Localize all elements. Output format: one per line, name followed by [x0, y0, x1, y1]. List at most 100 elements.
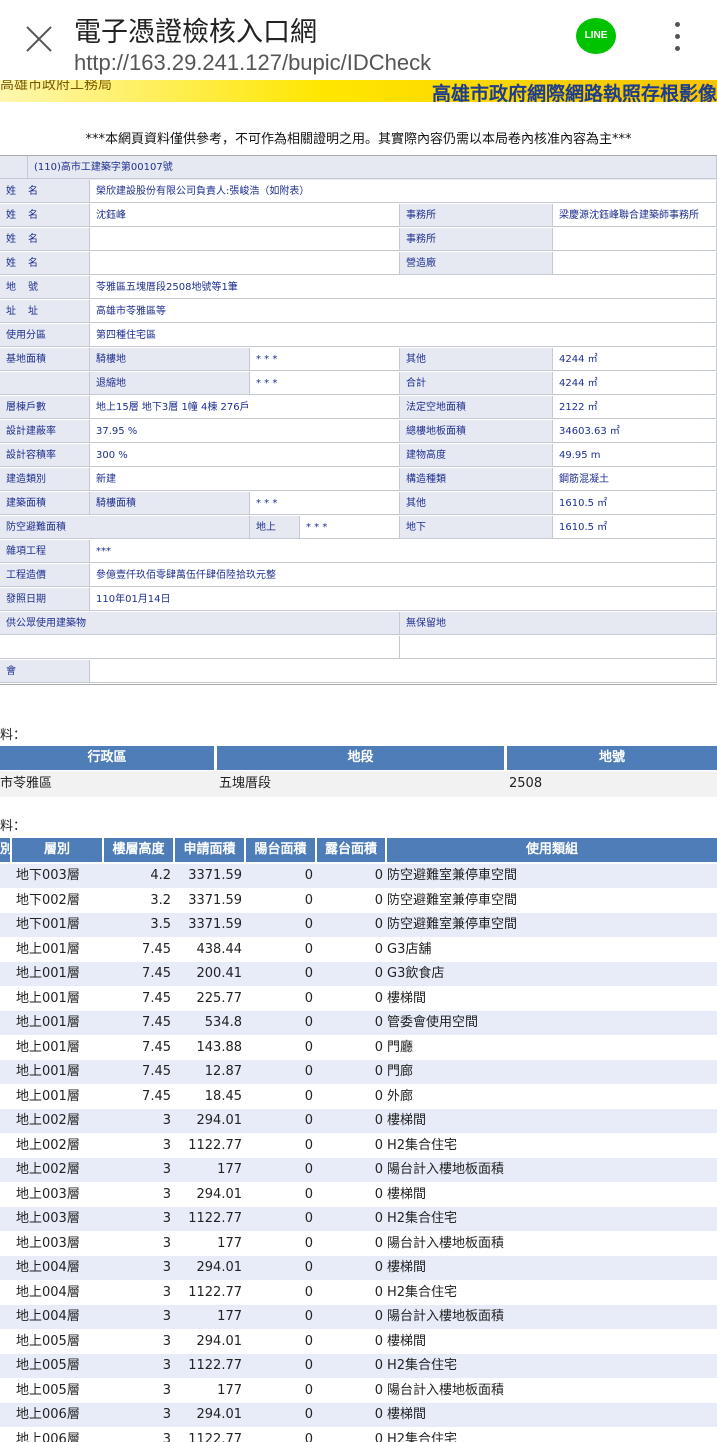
floor-cell-4: 0	[374, 1113, 383, 1128]
detail-label: 法定空地面積	[400, 396, 553, 419]
floor-cell-1: 3	[162, 1260, 171, 1275]
floor-cell-2: 12.87	[204, 1064, 242, 1079]
floor-cell-5: 樓梯間	[387, 1186, 427, 1202]
floor-cell-1: 3	[162, 1431, 171, 1442]
table-row: 地上004層 3 177 0 0 陽台計入樓地板面積	[0, 1305, 717, 1329]
floor-cell-5: 陽台計入樓地板面積	[387, 1382, 505, 1398]
floor-cell-2: 3371.59	[188, 892, 242, 908]
floor-cell-5: 陽台計入樓地板面積	[387, 1235, 505, 1251]
floor-cell-0: 地上002層	[16, 1113, 80, 1128]
floor-cell-2: 1122.77	[188, 1358, 242, 1373]
table-row: 地下003層 4.2 3371.59 0 0 防空避難室兼停車空間	[0, 864, 717, 888]
detail-value: 4244 ㎡	[553, 348, 717, 371]
detail-label	[0, 372, 90, 395]
floor-cell-3: 0	[304, 1113, 313, 1128]
detail-value: 49.95 m	[553, 444, 717, 467]
floor-cell-4: 0	[374, 1137, 383, 1153]
table-row: 地上004層 3 294.01 0 0 樓梯間	[0, 1256, 717, 1280]
floor-cell-0: 地下001層	[16, 917, 80, 932]
floor-cell-3: 0	[304, 1137, 313, 1153]
floor-cell-4: 0	[374, 1235, 383, 1251]
floor-cell-4: 0	[374, 892, 383, 908]
table-row: 地上006層 3 1122.77 0 0 H2集合住宅	[0, 1428, 717, 1442]
floor-cell-4: 0	[374, 1039, 383, 1055]
detail-label: 構造種類	[400, 468, 553, 491]
detail-row: 設計容積率 300 % 建物高度 49.95 m	[0, 444, 717, 468]
detail-row: 姓名 事務所	[0, 228, 717, 252]
line-share-icon[interactable]: LINE	[576, 18, 616, 54]
permit-number-label	[0, 156, 28, 179]
floor-cell-2: 225.77	[196, 990, 243, 1006]
detail-row: 使用分區 第四種住宅區	[0, 324, 717, 348]
floor-cell-3: 0	[304, 917, 313, 932]
detail-row: 退縮地 * * * 合計 4244 ㎡	[0, 372, 717, 396]
disclaimer-notice: ***本網頁資料僅供參考，不可作為相關證明之用。其實際內容仍需以本局卷內核准內容…	[85, 132, 632, 147]
floor-cell-3: 0	[304, 990, 313, 1006]
floor-cell-1: 3	[162, 1284, 171, 1300]
detail-value: ***	[90, 540, 717, 563]
floor-cell-0: 地上001層	[16, 990, 80, 1006]
floor-cell-1: 3	[162, 1137, 171, 1153]
detail-row: 防空避難面積 地上 * * * 地下 1610.5 ㎡	[0, 516, 717, 540]
floor-cell-0: 地上001層	[16, 1088, 80, 1104]
table-row: 地上002層 3 294.01 0 0 樓梯間	[0, 1109, 717, 1133]
detail-value: 沈鈺峰	[90, 204, 400, 227]
browser-toolbar: 電子憑證檢核入口網 http://163.29.241.127/bupic/ID…	[0, 0, 717, 80]
floor-cell-5: G3店舖	[387, 941, 432, 957]
permit-detail-table: (110)高市工建築字第00107號 姓名 榮欣建設股份有限公司負責人:張峻浩（如…	[0, 155, 717, 685]
detail-value	[553, 252, 717, 275]
floor-cell-3: 0	[304, 1015, 313, 1030]
floor-cell-1: 3	[162, 1407, 171, 1422]
floor-cell-2: 294.01	[196, 1113, 243, 1128]
detail-row: 工程造價 參億壹仟玖佰零肆萬伍仟肆佰陸拾玖元整	[0, 564, 717, 588]
detail-row: 姓名 榮欣建設股份有限公司負責人:張峻浩（如附表）	[0, 180, 717, 204]
detail-label: 層棟戶數	[0, 396, 90, 419]
detail-label: 地上	[250, 516, 300, 539]
detail-value: 34603.63 ㎡	[553, 420, 717, 443]
floor-cell-3: 0	[304, 868, 313, 883]
detail-label: 防空避難面積	[0, 516, 250, 539]
more-options-icon[interactable]	[674, 22, 682, 52]
detail-label: 發照日期	[0, 588, 90, 611]
land-section-label: 料：	[0, 728, 27, 743]
floor-cell-2: 294.01	[196, 1407, 243, 1422]
floor-cell-1: 7.45	[142, 941, 171, 957]
detail-label: 建築面積	[0, 492, 90, 515]
detail-label: 姓名	[0, 204, 90, 227]
detail-label: 姓名	[0, 228, 90, 251]
detail-row: 會	[0, 660, 717, 684]
floor-cell-0: 地上004層	[16, 1260, 80, 1275]
floor-cell-5: 防空避難室兼停車空間	[387, 892, 518, 908]
floor-cell-4: 0	[374, 1088, 383, 1104]
close-icon[interactable]	[22, 22, 56, 56]
detail-label: 總樓地板面積	[400, 420, 553, 443]
floor-cell-3: 0	[304, 1333, 313, 1349]
detail-value: 2122 ㎡	[553, 396, 717, 419]
floor-cell-4: 0	[374, 1382, 383, 1398]
detail-value: 參億壹仟玖佰零肆萬伍仟肆佰陸拾玖元整	[90, 564, 717, 587]
floor-cell-1: 7.45	[142, 1064, 171, 1079]
floor-cell-3: 0	[304, 1039, 313, 1055]
floor-cell-0: 地上002層	[16, 1162, 80, 1177]
floor-cell-5: 門廳	[387, 1039, 414, 1055]
page-url[interactable]: http://163.29.241.127/bupic/IDCheck	[74, 50, 431, 76]
floor-cell-4: 0	[374, 917, 383, 932]
floor-cell-3: 0	[304, 1186, 313, 1202]
detail-value	[400, 636, 717, 659]
floor-cell-5: 樓梯間	[387, 990, 427, 1006]
detail-label: 建造類別	[0, 468, 90, 491]
floor-cell-3: 0	[304, 1064, 313, 1079]
floor-cell-2: 294.01	[196, 1260, 243, 1275]
floor-header-2: 樓層高度	[104, 838, 175, 862]
table-row: 地上001層 7.45 18.45 0 0 外廊	[0, 1085, 717, 1109]
floor-cell-5: 陽台計入樓地板面積	[387, 1309, 505, 1324]
detail-label: 雜項工程	[0, 540, 90, 563]
floor-cell-2: 294.01	[196, 1333, 243, 1349]
detail-label: 地下	[400, 516, 553, 539]
floor-cell-5: H2集合住宅	[387, 1431, 458, 1442]
floor-cell-4: 0	[374, 1284, 383, 1300]
floor-cell-0: 地上001層	[16, 1064, 80, 1079]
floor-cell-3: 0	[304, 941, 313, 957]
floor-cell-5: 樓梯間	[387, 1113, 427, 1128]
detail-value: 1610.5 ㎡	[553, 492, 717, 515]
